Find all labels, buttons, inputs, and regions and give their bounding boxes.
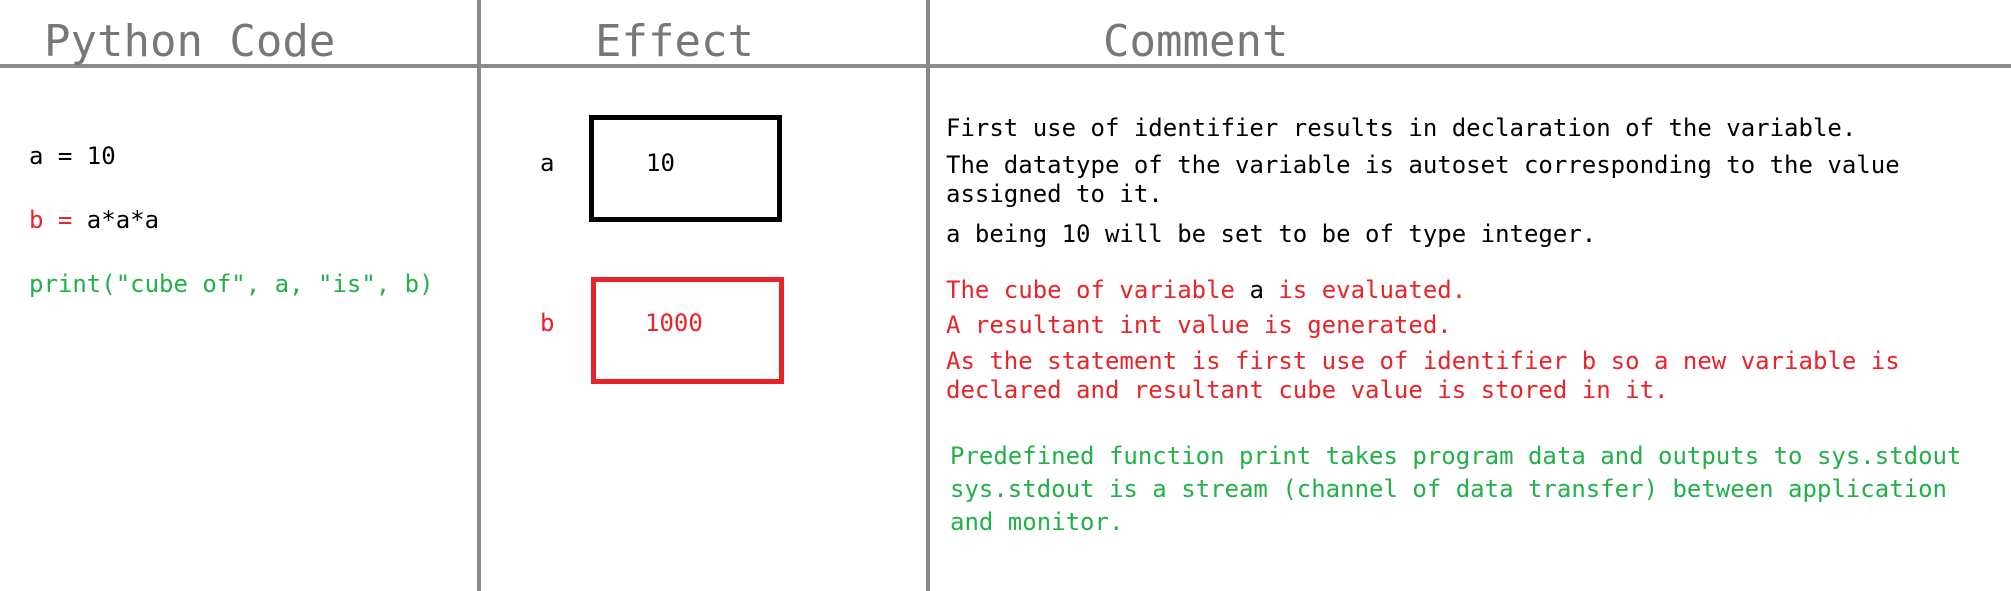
code-line-2-expression: a*a*a: [72, 206, 160, 234]
column-divider-2: [926, 0, 930, 591]
variable-b-value: 1000: [645, 309, 703, 337]
comment-3-line-2: sys.stdout is a stream (channel of data …: [950, 475, 1947, 503]
comment-2-line-1-pre: The cube of variable: [946, 276, 1250, 304]
header-python-code: Python Code: [44, 16, 336, 67]
column-divider-1: [477, 0, 481, 591]
header-effect: Effect: [595, 16, 754, 67]
code-line-2-target: b =: [29, 206, 73, 234]
comment-3-line-3: and monitor.: [950, 508, 1124, 536]
code-line-3: print("cube of", a, "is", b): [29, 270, 434, 298]
code-line-2: b = a*a*a: [29, 205, 159, 235]
comment-2-line-1: The cube of variable a is evaluated.: [946, 275, 1466, 305]
comment-2-line-2: A resultant int value is generated.: [946, 311, 1452, 339]
comment-2-line-3: As the statement is first use of identif…: [946, 347, 1900, 375]
comment-1-line-4: a being 10 will be set to be of type int…: [946, 220, 1597, 248]
comment-2-line-1-post: is evaluated.: [1263, 276, 1467, 304]
variable-b-label: b: [540, 309, 555, 337]
comment-3-line-1: Predefined function print takes program …: [950, 442, 1962, 470]
comment-1-line-3: assigned to it.: [946, 180, 1163, 208]
variable-a-box: [589, 115, 782, 222]
comment-2-line-4: declared and resultant cube value is sto…: [946, 376, 1669, 404]
variable-a-label: a: [540, 149, 555, 177]
comment-1-line-2: The datatype of the variable is autoset …: [946, 151, 1900, 179]
header-comment: Comment: [1103, 16, 1289, 67]
comment-2-line-1-var: a: [1249, 276, 1264, 304]
variable-a-value: 10: [646, 149, 675, 177]
code-line-1: a = 10: [29, 142, 116, 170]
comment-1-line-1: First use of identifier results in decla…: [946, 114, 1857, 142]
